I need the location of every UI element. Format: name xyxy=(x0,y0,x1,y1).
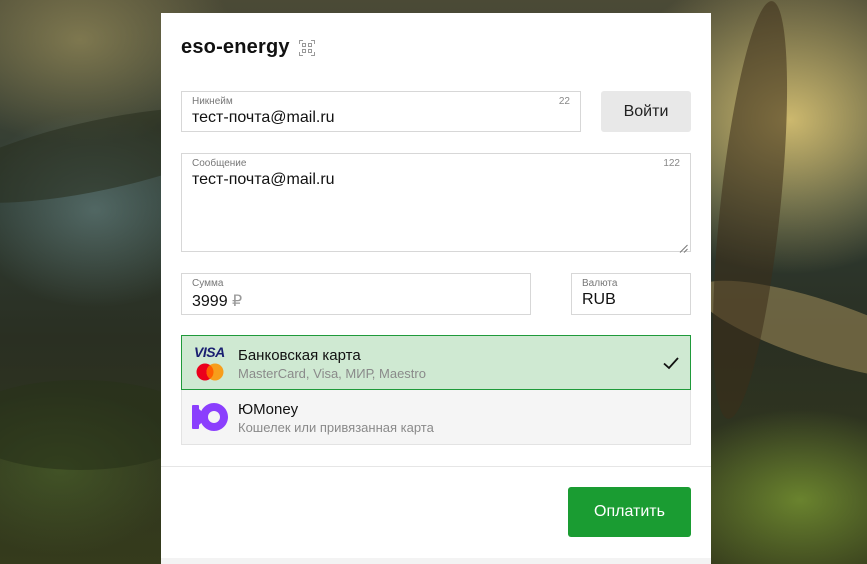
payment-method-subtitle: Кошелек или привязанная карта xyxy=(238,420,434,435)
message-label: Сообщение xyxy=(192,158,247,169)
message-textarea[interactable]: тест-почта@mail.ru xyxy=(192,171,335,189)
pay-button[interactable]: Оплатить xyxy=(568,487,691,537)
currency-field[interactable]: Валюта RUB xyxy=(571,273,691,315)
divider xyxy=(161,466,711,467)
message-char-counter: 122 xyxy=(663,158,680,169)
payment-method-yoomoney[interactable]: ЮMoney Кошелек или привязанная карта xyxy=(181,390,691,445)
checkmark-icon xyxy=(662,354,680,372)
payment-method-bank-card[interactable]: VISA Банковская карта MasterCard, Visa, … xyxy=(181,335,691,390)
brand-header: eso-energy xyxy=(181,36,315,59)
amount-label: Сумма xyxy=(192,278,224,289)
qr-code-icon[interactable] xyxy=(298,39,315,56)
amount-value: 3999 xyxy=(192,293,228,310)
footer-strip xyxy=(161,558,711,564)
amount-field[interactable]: Сумма 3999 ₽ xyxy=(181,273,531,315)
mastercard-icon xyxy=(195,363,225,381)
ruble-sign: ₽ xyxy=(232,293,243,310)
message-field[interactable]: Сообщение 122 тест-почта@mail.ru xyxy=(181,153,691,253)
currency-label: Валюта xyxy=(582,278,618,289)
nickname-input[interactable]: тест-почта@mail.ru xyxy=(192,109,335,127)
brand-name: eso-energy xyxy=(181,36,290,58)
nickname-label: Никнейм xyxy=(192,96,233,107)
login-button[interactable]: Войти xyxy=(601,91,691,132)
payment-method-title: Банковская карта xyxy=(238,347,361,364)
yoomoney-icon xyxy=(192,403,228,431)
nickname-field[interactable]: Никнейм 22 тест-почта@mail.ru xyxy=(181,91,581,132)
currency-select[interactable]: RUB xyxy=(582,291,616,309)
payment-method-subtitle: MasterCard, Visa, МИР, Maestro xyxy=(238,366,426,381)
visa-icon: VISA xyxy=(194,344,225,360)
amount-input[interactable]: 3999 ₽ xyxy=(192,291,242,311)
resize-handle-icon[interactable] xyxy=(679,240,688,253)
donation-form-card: eso-energy Никнейм 22 тест-почта@mail.ru… xyxy=(161,13,711,564)
nickname-char-counter: 22 xyxy=(558,96,570,107)
payment-method-title: ЮMoney xyxy=(238,401,299,418)
